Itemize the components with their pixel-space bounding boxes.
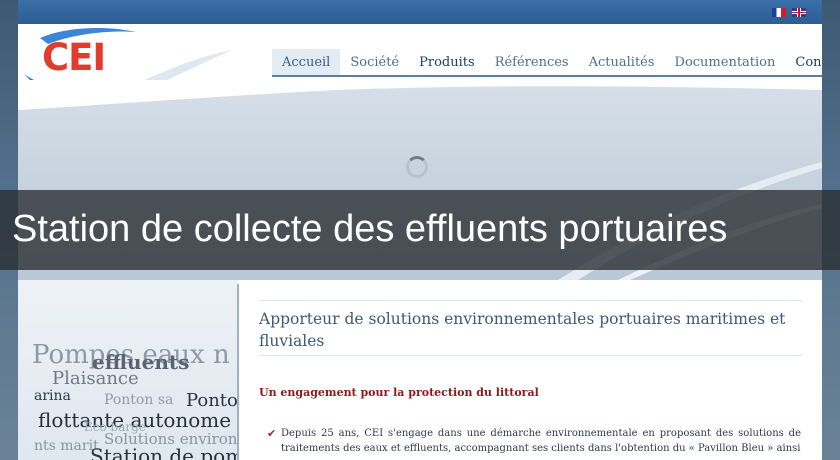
section-subheading: Un engagement pour la protection du litt… <box>259 386 539 399</box>
collage-line: Ponton sa <box>104 392 174 408</box>
flag-fr-icon[interactable] <box>772 8 786 17</box>
nav-underline <box>272 75 822 77</box>
banner-title: Station de collecte des effluents portua… <box>12 208 728 250</box>
collage-line: Plaisance <box>52 368 139 389</box>
logo-text[interactable]: CEI <box>42 36 106 79</box>
page-heading: Apporteur de solutions environnementales… <box>259 310 786 350</box>
nav-produits[interactable]: Produits <box>409 49 485 77</box>
content-area: Pompes eaux n effluents Plaisance arina … <box>18 280 822 460</box>
collage-line: arina <box>34 388 71 404</box>
collage-line: Station de pom <box>90 444 238 460</box>
bullet-text: Depuis 25 ans, CEI s'engage dans une dém… <box>281 428 801 454</box>
collage-line: nts marit <box>34 438 99 454</box>
column-divider <box>237 284 239 460</box>
loading-spinner-icon <box>406 156 428 178</box>
main-nav: Accueil Société Produits Références Actu… <box>272 49 822 77</box>
top-bar <box>18 0 822 24</box>
nav-actualites[interactable]: Actualités <box>579 49 665 77</box>
products-word-collage: Pompes eaux n effluents Plaisance arina … <box>18 280 238 460</box>
top-rule <box>259 300 802 301</box>
nav-accueil[interactable]: Accueil <box>272 49 341 77</box>
title-banner: Station de collecte des effluents portua… <box>0 190 840 270</box>
flag-uk-icon[interactable] <box>792 8 806 17</box>
nav-contact[interactable]: Contact <box>785 49 822 77</box>
nav-documentation[interactable]: Documentation <box>665 49 786 77</box>
language-switcher <box>772 8 806 17</box>
nav-references[interactable]: Références <box>485 49 579 77</box>
checkmark-icon: ✔ <box>267 427 277 440</box>
heading-rule <box>259 355 802 356</box>
nav-societe[interactable]: Société <box>340 49 409 77</box>
